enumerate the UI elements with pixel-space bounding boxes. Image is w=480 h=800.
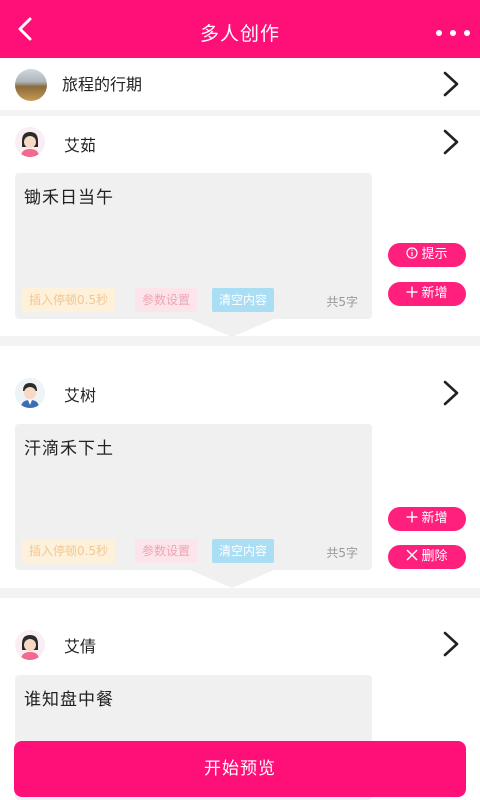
more-icon [436,30,442,36]
speaker-name: 艾倩 [64,637,97,656]
chevron-right-icon[interactable] [440,630,462,658]
clear-content-chip[interactable]: 清空内容 [212,288,275,312]
text-content[interactable]: 汗滴禾下土 [24,434,114,459]
speaker-name: 艾树 [64,386,97,405]
params-chip[interactable]: 参数设置 [135,288,198,312]
work-row[interactable]: 旅程的行期 [0,58,480,110]
hint-label: 提示 [421,247,448,262]
panel-pointer [190,319,274,337]
text-editor[interactable]: 锄禾日当午 插入停顿0.5秒 参数设置 清空内容 共5字 [15,173,372,319]
insert-pause-chip[interactable]: 插入停顿0.5秒 [22,288,116,312]
plus-icon [406,282,418,306]
start-preview-button[interactable]: 开始预览 [14,741,466,797]
close-icon [406,545,419,569]
speaker-section: 艾茹 锄禾日当午 插入停顿0.5秒 参数设置 清空内容 共5字 提示 新增 [0,116,480,337]
plus-icon [406,507,418,531]
chevron-right-icon[interactable] [440,379,462,407]
char-count: 共5字 [326,295,358,309]
text-content[interactable]: 锄禾日当午 [24,183,114,208]
text-editor[interactable]: 汗滴禾下土 插入停顿0.5秒 参数设置 清空内容 共5字 [15,424,372,570]
page-title: 多人创作 [199,23,280,45]
delete-label: 删除 [421,549,448,564]
speaker-section: 艾树 汗滴禾下土 插入停顿0.5秒 参数设置 清空内容 共5字 新增 删除 [0,346,480,588]
add-button[interactable]: 新增 [388,282,466,306]
app-header: 多人创作 [0,0,480,58]
speaker-name: 艾茹 [64,136,97,155]
delete-button[interactable]: 删除 [388,545,466,569]
female-avatar-icon[interactable] [15,630,45,660]
clear-content-chip[interactable]: 清空内容 [212,539,275,563]
chevron-right-icon[interactable] [440,128,462,156]
char-count: 共5字 [326,546,358,560]
add-button[interactable]: 新增 [388,507,466,531]
params-chip[interactable]: 参数设置 [135,539,198,563]
add-label: 新增 [421,286,448,301]
add-label: 新增 [421,511,448,526]
work-title: 旅程的行期 [62,75,143,94]
chevron-right-icon [443,71,459,97]
hint-button[interactable]: 提示 [388,243,466,267]
more-button[interactable] [434,22,472,42]
insert-pause-chip[interactable]: 插入停顿0.5秒 [22,539,116,563]
text-content[interactable]: 谁知盘中餐 [24,685,114,710]
female-avatar-icon[interactable] [15,127,45,157]
panel-pointer [190,570,274,588]
male-avatar-icon[interactable] [15,378,45,408]
info-icon [406,243,419,267]
work-thumbnail [15,69,47,101]
